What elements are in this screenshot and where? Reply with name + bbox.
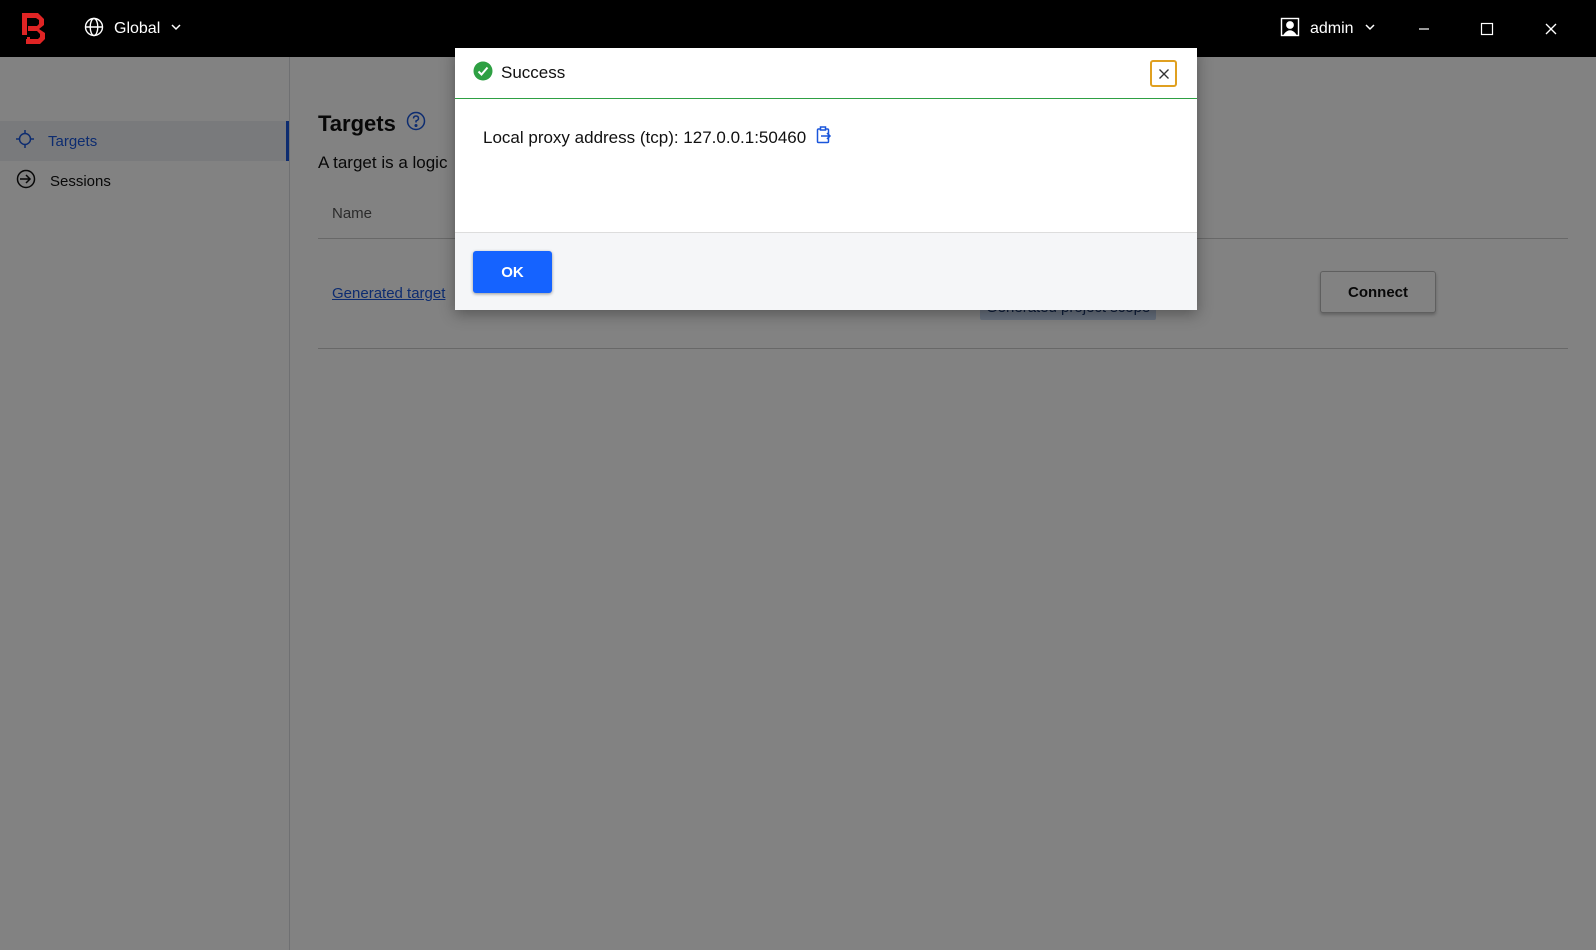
check-circle-icon bbox=[473, 61, 493, 86]
success-dialog: Success Local proxy address (tcp): 127.0… bbox=[455, 48, 1197, 310]
dialog-message-text: Local proxy address (tcp): 127.0.0.1:504… bbox=[483, 127, 807, 147]
boundary-logo-icon bbox=[18, 11, 50, 45]
close-window-button[interactable] bbox=[1536, 14, 1566, 44]
dialog-title: Success bbox=[501, 63, 566, 82]
dialog-close-button[interactable] bbox=[1150, 60, 1177, 87]
minimize-button[interactable] bbox=[1409, 14, 1439, 44]
user-menu[interactable]: admin bbox=[1280, 17, 1376, 41]
dialog-message: Local proxy address (tcp): 127.0.0.1:504… bbox=[483, 126, 832, 149]
dialog-header: Success bbox=[455, 48, 1197, 99]
maximize-button[interactable] bbox=[1472, 14, 1502, 44]
user-label: admin bbox=[1310, 20, 1354, 37]
chevron-down-icon bbox=[170, 20, 182, 38]
ok-button[interactable]: OK bbox=[473, 251, 552, 293]
copy-icon[interactable] bbox=[816, 126, 832, 149]
scope-label: Global bbox=[114, 20, 161, 37]
chevron-down-icon bbox=[1364, 20, 1376, 38]
maximize-icon bbox=[1480, 22, 1494, 36]
user-icon bbox=[1280, 17, 1300, 42]
scope-selector[interactable]: Global bbox=[84, 17, 182, 41]
dialog-footer: OK bbox=[455, 232, 1197, 310]
close-icon bbox=[1545, 23, 1557, 35]
close-icon bbox=[1158, 68, 1169, 79]
minimize-icon bbox=[1419, 28, 1429, 30]
globe-icon bbox=[84, 17, 104, 42]
